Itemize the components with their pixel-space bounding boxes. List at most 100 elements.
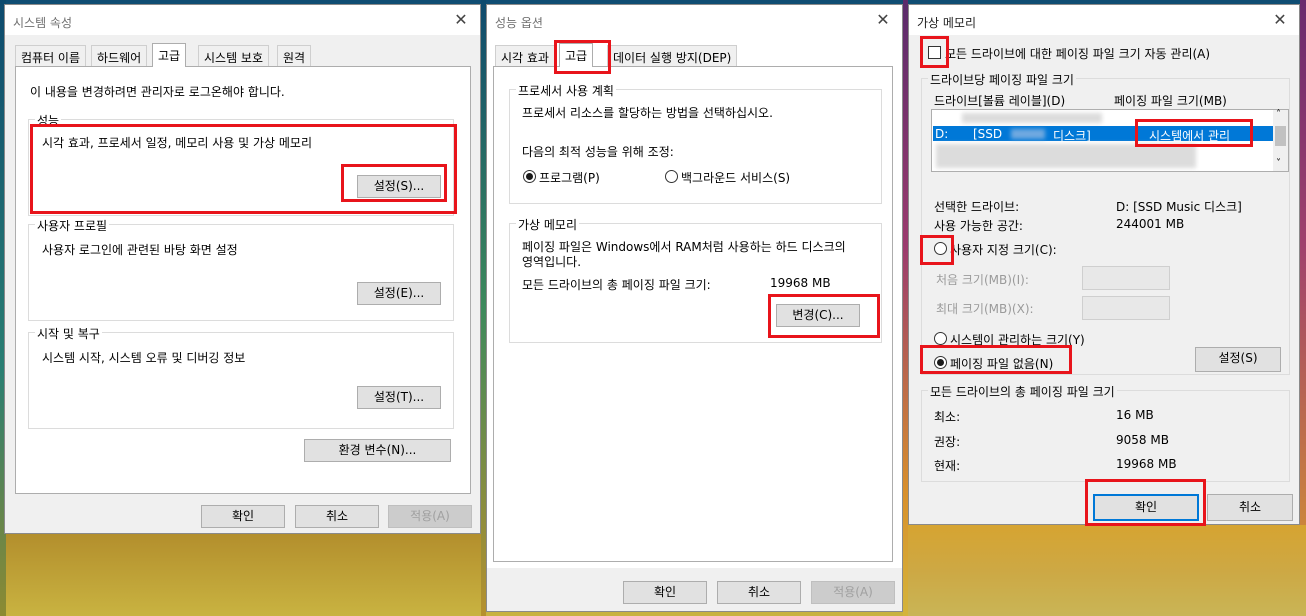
column-drive-header: 드라이브[볼륨 레이블](D)	[934, 94, 1066, 108]
desktop-background	[1300, 0, 1306, 616]
window-title: 가상 메모리	[917, 16, 977, 30]
chevron-down-icon[interactable]: ˅	[1276, 158, 1281, 169]
virtual-memory-group: 가상 메모리 페이징 파일은 Windows에서 RAM처럼 사용하는 하드 디…	[509, 216, 882, 343]
initial-size-label: 처음 크기(MB)(I):	[936, 273, 1029, 287]
total-paging-group: 모든 드라이브의 총 페이징 파일 크기 최소: 16 MB 권장: 9058 …	[921, 383, 1290, 482]
user-profiles-description: 사용자 로그인에 관련된 바탕 화면 설정	[42, 243, 238, 257]
tab-system-protection[interactable]: 시스템 보호	[198, 45, 270, 66]
custom-size-radio[interactable]	[934, 242, 947, 255]
no-paging-file-radio[interactable]	[934, 356, 947, 369]
per-drive-label: 드라이브당 페이징 파일 크기	[928, 71, 1076, 88]
row-drive: D:	[935, 127, 949, 141]
title-bar: 시스템 속성 ✕	[5, 5, 480, 35]
initial-size-input[interactable]	[1082, 266, 1170, 290]
current-value: 19968 MB	[1116, 457, 1177, 471]
title-bar: 성능 옵션 ✕	[487, 5, 902, 35]
cancel-button[interactable]: 취소	[1207, 494, 1293, 521]
user-profiles-label: 사용자 프로필	[35, 217, 110, 234]
virtual-memory-window: 가상 메모리 ✕ 모든 드라이브에 대한 페이징 파일 크기 자동 관리(A) …	[908, 4, 1300, 526]
processor-scheduling-label: 프로세서 사용 계획	[516, 82, 616, 99]
window-title: 시스템 속성	[13, 16, 73, 30]
performance-group: 성능 시각 효과, 프로세서 일정, 메모리 사용 및 가상 메모리 설정(S)…	[28, 112, 454, 216]
set-button[interactable]: 설정(S)	[1195, 347, 1281, 372]
tab-advanced[interactable]: 고급	[152, 43, 187, 67]
startup-recovery-settings-button[interactable]: 설정(T)...	[357, 386, 441, 409]
title-bar: 가상 메모리 ✕	[909, 5, 1299, 35]
auto-manage-checkbox[interactable]	[928, 46, 941, 59]
ok-button[interactable]: 확인	[1093, 494, 1199, 521]
total-paging-group-label: 모든 드라이브의 총 페이징 파일 크기	[928, 383, 1117, 400]
custom-size-label[interactable]: 사용자 지정 크기(C):	[950, 241, 1057, 258]
tab-panel-advanced: 프로세서 사용 계획 프로세서 리소스를 할당하는 방법을 선택하십시오. 다음…	[493, 66, 893, 562]
performance-label: 성능	[35, 112, 62, 129]
drive-list-row-selected[interactable]: D: [SSD 디스크] 시스템에서 관리	[933, 126, 1273, 143]
cancel-button[interactable]: 취소	[717, 581, 801, 604]
performance-options-window: 성능 옵션 ✕ 시각 효과 고급 데이터 실행 방지(DEP) 프로세서 사용 …	[486, 4, 903, 612]
chevron-up-icon[interactable]: ˄	[1276, 109, 1281, 120]
maximum-size-label: 최대 크기(MB)(X):	[936, 302, 1034, 316]
background-services-label[interactable]: 백그라운드 서비스(S)	[681, 169, 790, 186]
ok-button[interactable]: 확인	[201, 505, 285, 528]
tab-remote[interactable]: 원격	[277, 45, 312, 66]
close-icon[interactable]: ✕	[452, 11, 470, 29]
scrollbar-thumb[interactable]	[1275, 126, 1286, 146]
redacted-row	[962, 113, 1102, 123]
system-managed-label[interactable]: 시스템이 관리하는 크기(Y)	[950, 331, 1085, 348]
apply-button[interactable]: 적용(A)	[811, 581, 895, 604]
row-label-end: 디스크]	[1053, 129, 1091, 143]
no-paging-file-label[interactable]: 페이징 파일 없음(N)	[950, 355, 1053, 372]
admin-note: 이 내용을 변경하려면 관리자로 로그온해야 합니다.	[30, 85, 285, 99]
adjust-label: 다음의 최적 성능을 위해 조정:	[522, 145, 674, 159]
recommended-label: 권장:	[934, 435, 961, 449]
programs-radio[interactable]	[523, 170, 536, 183]
drive-list[interactable]: D: [SSD 디스크] 시스템에서 관리 ˄ ˅	[931, 109, 1289, 172]
selected-drive-label: 선택한 드라이브:	[934, 200, 1020, 214]
minimum-value: 16 MB	[1116, 408, 1154, 422]
per-drive-group: 드라이브당 페이징 파일 크기 드라이브[볼륨 레이블](D) 페이징 파일 크…	[921, 71, 1290, 375]
current-label: 현재:	[934, 459, 961, 473]
performance-settings-button[interactable]: 설정(S)...	[357, 175, 441, 198]
row-size: 시스템에서 관리	[1149, 129, 1231, 143]
tab-advanced[interactable]: 고급	[559, 43, 594, 67]
change-button[interactable]: 변경(C)...	[776, 304, 860, 327]
available-space-label: 사용 가능한 공간:	[934, 219, 1023, 233]
startup-recovery-description: 시스템 시작, 시스템 오류 및 디버깅 정보	[42, 351, 246, 365]
performance-description: 시각 효과, 프로세서 일정, 메모리 사용 및 가상 메모리	[42, 136, 312, 150]
total-paging-value: 19968 MB	[770, 276, 831, 290]
auto-manage-label[interactable]: 모든 드라이브에 대한 페이징 파일 크기 자동 관리(A)	[945, 45, 1210, 62]
maximum-size-input[interactable]	[1082, 296, 1170, 320]
startup-recovery-group: 시작 및 복구 시스템 시작, 시스템 오류 및 디버깅 정보 설정(T)...	[28, 325, 454, 429]
environment-variables-button[interactable]: 환경 변수(N)...	[304, 439, 451, 462]
selected-drive-value: D: [SSD Music 디스크]	[1116, 200, 1242, 214]
minimum-label: 최소:	[934, 410, 961, 424]
programs-label[interactable]: 프로그램(P)	[539, 169, 600, 186]
system-managed-radio[interactable]	[934, 332, 947, 345]
processor-scheduling-description: 프로세서 리소스를 할당하는 방법을 선택하십시오.	[522, 106, 773, 120]
cancel-button[interactable]: 취소	[295, 505, 379, 528]
user-profiles-settings-button[interactable]: 설정(E)...	[357, 282, 441, 305]
row-label-start: [SSD	[973, 127, 1003, 141]
tab-dep[interactable]: 데이터 실행 방지(DEP)	[607, 45, 738, 66]
column-size-header: 페이징 파일 크기(MB)	[1114, 94, 1227, 108]
tab-computer-name[interactable]: 컴퓨터 이름	[15, 45, 87, 66]
window-title: 성능 옵션	[495, 16, 543, 30]
tab-panel-advanced: 이 내용을 변경하려면 관리자로 로그온해야 합니다. 성능 시각 효과, 프로…	[15, 66, 471, 494]
virtual-memory-description-cont: 영역입니다.	[522, 255, 582, 269]
background-services-radio[interactable]	[665, 170, 678, 183]
redacted-row	[936, 144, 1196, 168]
ok-button[interactable]: 확인	[623, 581, 707, 604]
apply-button[interactable]: 적용(A)	[388, 505, 472, 528]
virtual-memory-label: 가상 메모리	[516, 216, 580, 233]
close-icon[interactable]: ✕	[1271, 11, 1289, 29]
close-icon[interactable]: ✕	[874, 11, 892, 29]
tab-hardware[interactable]: 하드웨어	[91, 45, 148, 66]
processor-scheduling-group: 프로세서 사용 계획 프로세서 리소스를 할당하는 방법을 선택하십시오. 다음…	[509, 82, 882, 204]
desktop-background	[908, 525, 1306, 616]
available-space-value: 244001 MB	[1116, 217, 1185, 231]
tab-visual-effects[interactable]: 시각 효과	[495, 45, 555, 66]
system-properties-window: 시스템 속성 ✕ 컴퓨터 이름 하드웨어 고급 시스템 보호 원격 이 내용을 …	[4, 4, 481, 534]
recommended-value: 9058 MB	[1116, 433, 1169, 447]
scrollbar[interactable]: ˄ ˅	[1273, 109, 1288, 171]
total-paging-label: 모든 드라이브의 총 페이징 파일 크기:	[522, 278, 711, 292]
user-profiles-group: 사용자 프로필 사용자 로그인에 관련된 바탕 화면 설정 설정(E)...	[28, 217, 454, 321]
